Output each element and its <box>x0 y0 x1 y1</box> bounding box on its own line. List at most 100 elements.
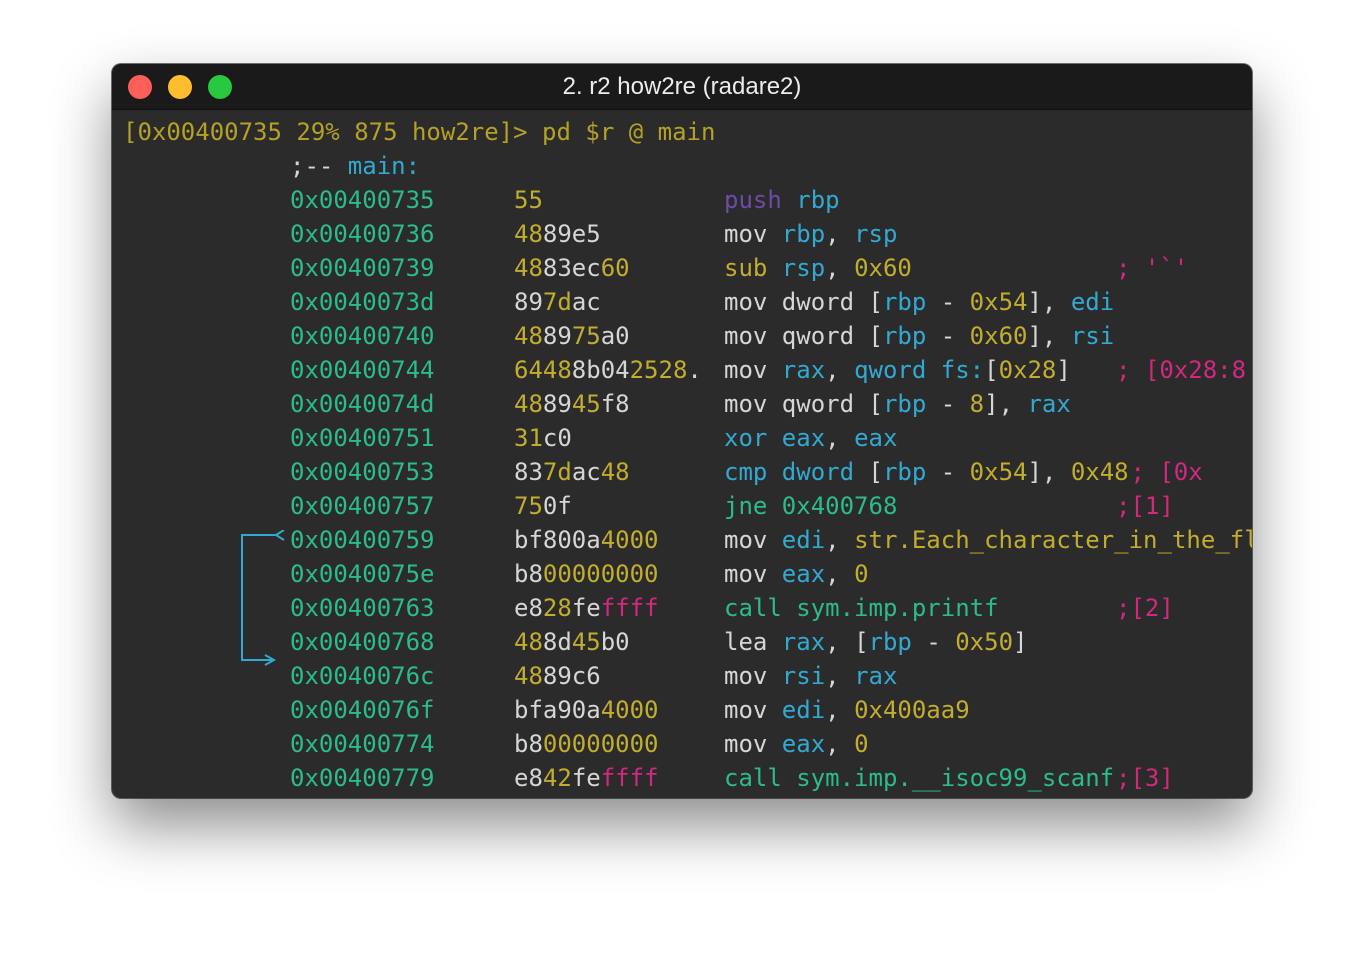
instruction-token: [ <box>854 628 869 656</box>
row-address: 0x00400735 <box>290 186 435 214</box>
title-bar: 2. r2 how2re (radare2) <box>112 64 1252 110</box>
byte-token: 31 <box>514 424 543 452</box>
byte-token: 48 <box>600 458 630 486</box>
instruction-token: ], <box>1027 322 1071 350</box>
instruction-token: mov <box>724 662 782 690</box>
row-instruction: sub rsp, 0x60 <box>724 251 912 285</box>
instruction-token: ], <box>984 390 1028 418</box>
byte-token: b8 <box>514 730 543 758</box>
row-bytes: 31c0 <box>514 421 572 455</box>
instruction-token: rbp <box>868 628 912 656</box>
shell-prompt: [0x00400735 29% 875 how2re]> pd $r @ mai… <box>123 115 715 149</box>
instruction-token: mov <box>724 730 782 758</box>
byte-token: 0f <box>542 492 572 520</box>
instruction-token: , <box>825 560 855 588</box>
byte-token: 75 <box>571 322 601 350</box>
instruction-token: mov <box>724 288 782 316</box>
byte-token: 00000000 <box>542 730 659 758</box>
instruction-token: rax <box>854 662 898 690</box>
instruction-token: jne <box>724 492 782 520</box>
byte-token: a0 <box>600 322 630 350</box>
byte-token: e8 <box>514 764 543 792</box>
flag-name: main: <box>347 152 421 180</box>
row-address: 0x00400763 <box>290 594 435 622</box>
instruction-token: cmp <box>724 458 782 486</box>
row-instruction: mov eax, 0 <box>724 557 869 591</box>
instruction-token: 8 <box>969 390 985 418</box>
instruction-token: fs: <box>940 356 985 384</box>
instruction-token: xor <box>724 424 782 452</box>
instruction-token: qword <box>854 356 941 384</box>
byte-token: 2528 <box>629 356 688 384</box>
instruction-token: 0x54 <box>969 458 1028 486</box>
row-address: 0x00400736 <box>290 220 435 248</box>
flag-prefix: ;-- <box>290 152 348 180</box>
instruction-token: rax <box>1027 390 1071 418</box>
instruction-token: mov <box>724 526 782 554</box>
byte-token: 48 <box>514 254 543 282</box>
byte-token: 89c6 <box>542 662 601 690</box>
row-instruction: mov edi, 0x400aa9 <box>724 693 970 727</box>
function-flag-line: ;-- main: <box>290 149 420 183</box>
row-comment: ; [0x <box>1116 458 1203 486</box>
terminal-output[interactable]: [0x00400735 29% 875 how2re]> pd $r @ mai… <box>112 110 1252 798</box>
row-bytes: b800000000 <box>514 727 659 761</box>
row-comment: ;[2] <box>1116 594 1174 622</box>
instruction-token: , <box>825 662 855 690</box>
row-bytes: 750f <box>514 489 572 523</box>
prompt-command: pd $r @ main <box>542 118 716 146</box>
row-instruction: call sym.imp.printf <box>724 591 999 625</box>
instruction-token: eax <box>854 424 898 452</box>
row-instruction: push rbp <box>724 183 840 217</box>
byte-token: 83ec <box>542 254 601 282</box>
instruction-token: rsp <box>781 254 826 282</box>
byte-token: 89e5 <box>542 220 601 248</box>
instruction-token: rax <box>781 628 826 656</box>
row-bytes: 488945f8 <box>514 387 630 421</box>
instruction-token: 0x400768 <box>781 492 898 520</box>
byte-token: 48 <box>514 662 543 690</box>
byte-token: bfa90a <box>514 696 601 724</box>
byte-token: ac <box>571 288 601 316</box>
instruction-token: , <box>825 730 855 758</box>
row-instruction: mov eax, 0 <box>724 727 869 761</box>
disasm-row: 0x00400779 e842feffff call sym.imp.__isoc9… <box>112 761 1252 795</box>
byte-token: e8 <box>514 594 543 622</box>
instruction-token: rbp <box>882 322 927 350</box>
instruction-token: qword <box>781 390 869 418</box>
byte-token: ffff <box>600 594 659 622</box>
instruction-token: , <box>825 696 855 724</box>
byte-token: 6448 <box>514 356 572 384</box>
disasm-row: 0x00400774 b800000000 mov eax, 0 <box>112 727 1252 761</box>
row-instruction: mov rsi, rax <box>724 659 897 693</box>
instruction-token: , <box>825 254 855 282</box>
instruction-token: rsi <box>1070 322 1115 350</box>
instruction-token: call <box>724 764 797 792</box>
instruction-token: eax <box>781 560 826 588</box>
row-address: 0x00400739 <box>290 254 435 282</box>
instruction-token: rbp <box>781 220 826 248</box>
instruction-token: rbp <box>882 288 927 316</box>
instruction-token: edi <box>781 526 826 554</box>
instruction-token: mov <box>724 322 782 350</box>
row-comment: ;[1] <box>1116 492 1174 520</box>
byte-token: 00000000 <box>542 560 659 588</box>
disasm-row: 0x00400757 750f jne 0x400768 ;[1] <box>112 489 1252 523</box>
disasm-row: 0x00400751 31c0 xor eax, eax <box>112 421 1252 455</box>
byte-token: 48 <box>514 390 543 418</box>
byte-token: 48 <box>514 322 543 350</box>
instruction-token: [ <box>868 288 883 316</box>
instruction-token: , <box>825 628 855 656</box>
terminal-window: 2. r2 how2re (radare2) [0x00400735 29% 8… <box>112 64 1252 798</box>
byte-token: 7d <box>542 458 572 486</box>
byte-token: fe <box>571 594 601 622</box>
row-instruction: lea rax, [rbp - 0x50] <box>724 625 1027 659</box>
row-instruction: xor eax, eax <box>724 421 897 455</box>
instruction-token: [ <box>868 322 883 350</box>
instruction-token: - <box>911 628 956 656</box>
row-instruction: jne 0x400768 <box>724 489 897 523</box>
row-address: 0x0040076c <box>290 662 435 690</box>
instruction-token: 0 <box>854 560 869 588</box>
row-address: 0x00400740 <box>290 322 435 350</box>
row-bytes: 488975a0 <box>514 319 630 353</box>
